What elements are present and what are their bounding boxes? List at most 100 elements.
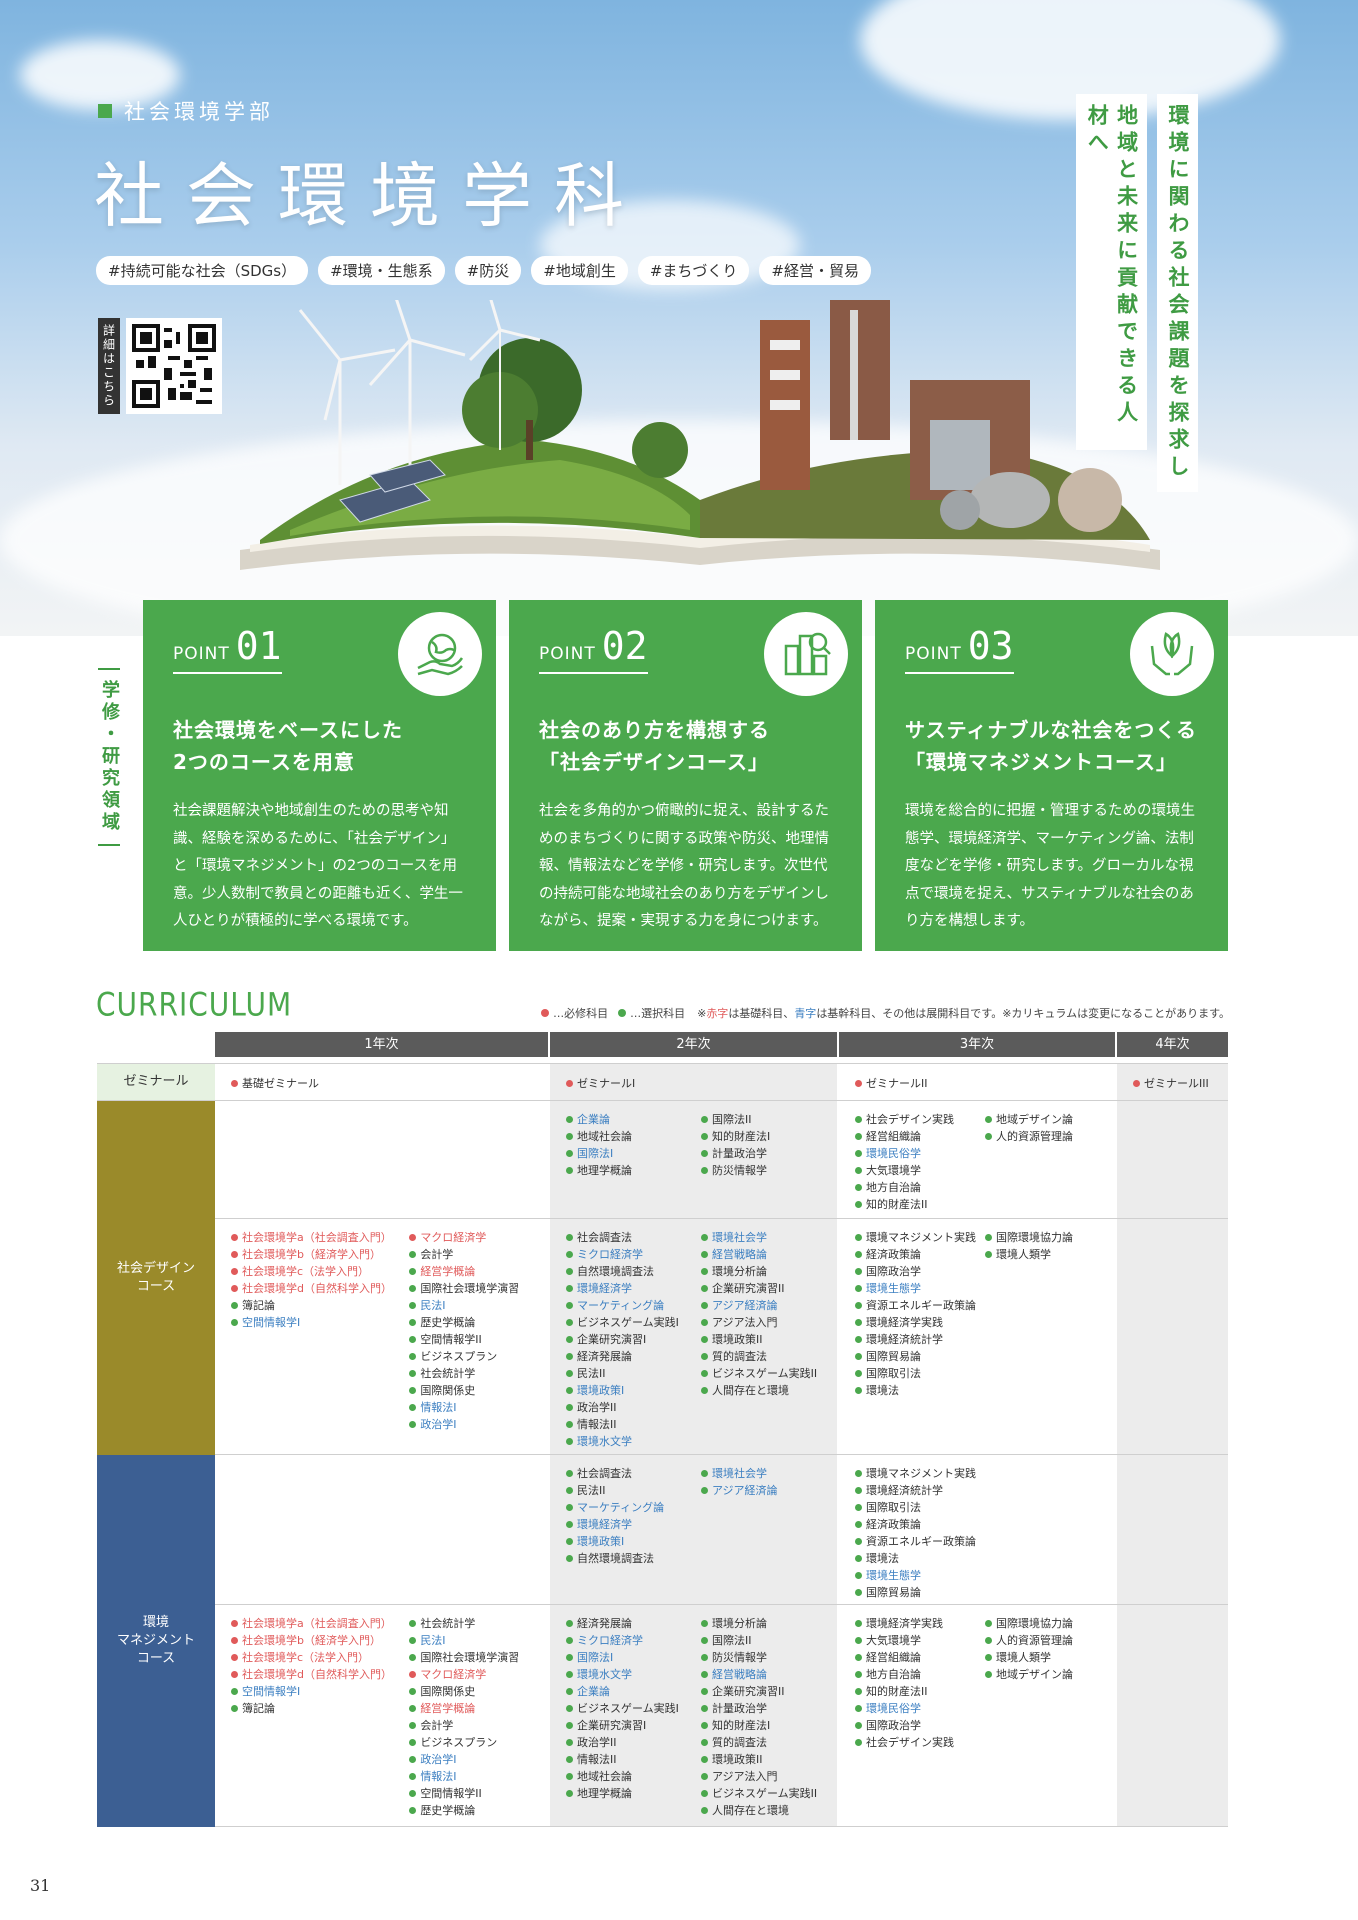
- course-name: 情報法I: [420, 1401, 457, 1414]
- elective-dot-icon: [701, 1285, 708, 1292]
- course-item: 空間情報学II: [409, 1785, 548, 1802]
- course-name: 環境水文学: [577, 1435, 632, 1448]
- course-item: 国際環境協力論: [985, 1615, 1115, 1632]
- course-item: マーケティング論: [566, 1297, 701, 1314]
- qr-block[interactable]: 詳細はこちら: [98, 318, 222, 414]
- tag[interactable]: #まちづくり: [637, 256, 750, 285]
- course-name: 社会環境学b（経済学入門）: [242, 1634, 381, 1647]
- course-item: マーケティング論: [566, 1499, 701, 1516]
- design-top-y1: [215, 1101, 550, 1218]
- course-name: ビジネスプラン: [420, 1736, 498, 1749]
- design-course-body: 企業論 地域社会論 国際法I 地理学概論 国際法II 知的財産法I 計量政治学 防災情報学 社…: [215, 1101, 1228, 1455]
- elective-dot-icon: [566, 1790, 573, 1797]
- course-column: 環境社会学 経営戦略論 環境分析論 企業研究演習II アジア経済論 アジア法入門 環境政策I…: [701, 1229, 836, 1450]
- tag[interactable]: #経営・貿易: [759, 256, 871, 285]
- course-item: 環境経済学実践: [855, 1314, 985, 1331]
- point-label: POINT: [173, 644, 230, 664]
- elective-dot-icon: [409, 1756, 417, 1763]
- course-name: ミクロ経済学: [577, 1634, 643, 1647]
- course-item: 企業研究演習II: [701, 1683, 836, 1700]
- course-item: ゼミナールI: [566, 1075, 837, 1092]
- course-item: 社会デザイン実践: [855, 1111, 985, 1128]
- required-dot-icon: [231, 1234, 238, 1241]
- course-item: 情報法II: [566, 1751, 701, 1768]
- curriculum-title: CURRICULUM: [96, 985, 293, 1024]
- elective-dot-icon: [855, 1538, 862, 1545]
- course-item: 環境水文学: [566, 1666, 701, 1683]
- elective-dot-icon: [566, 1722, 573, 1729]
- course-item: 地域社会論: [566, 1768, 701, 1785]
- course-name: 経済発展論: [577, 1617, 632, 1630]
- required-dot-icon: [409, 1234, 417, 1241]
- course-item: 知的財産法II: [855, 1683, 985, 1700]
- elective-dot-icon: [855, 1133, 862, 1140]
- course-item: 経済政策論: [855, 1246, 985, 1263]
- elective-dot-icon: [618, 1009, 627, 1017]
- elective-dot-icon: [855, 1620, 862, 1627]
- course-column: 国際法II 知的財産法I 計量政治学 防災情報学: [701, 1111, 836, 1179]
- elective-dot-icon: [566, 1116, 573, 1123]
- elective-dot-icon: [566, 1671, 573, 1678]
- course-column: 環境マネジメント実践 経済政策論 国際政治学 環境生態学 資源エネルギー政策論 環境経済学…: [855, 1229, 985, 1399]
- year-header-4: 4年次: [1117, 1032, 1228, 1057]
- course-item: 環境民俗学: [855, 1700, 985, 1717]
- course-name: ビジネスプラン: [420, 1350, 498, 1363]
- elective-dot-icon: [701, 1234, 708, 1241]
- course-name: 政治学I: [420, 1418, 457, 1431]
- points-row: POINT 01 社会環境をベースにした 2つのコースを用意 社会課題解決や地域創…: [143, 600, 1228, 951]
- course-name: 質的調査法: [712, 1350, 767, 1363]
- env-top-y1: [215, 1455, 550, 1604]
- legend-note: ※赤字は基礎科目、青字は基幹科目、その他は展開科目です。※カリキュラムは変更にな…: [697, 1007, 1230, 1020]
- env-top-y2: 社会調査法 民法II マーケティング論 環境経済学 環境政策I 自然環境調査法 環境社会学ア…: [550, 1455, 839, 1604]
- elective-dot-icon: [566, 1521, 573, 1528]
- course-name: 環境社会学: [712, 1231, 767, 1244]
- seminar-y2: ゼミナールI: [550, 1064, 839, 1100]
- elective-dot-icon: [701, 1637, 708, 1644]
- course-name: 国際貿易論: [866, 1350, 921, 1363]
- tag[interactable]: #防災: [454, 256, 522, 285]
- course-item: 大気環境学: [855, 1162, 985, 1179]
- course-column: 環境マネジメント実践 環境経済統計学 国際取引法 経済政策論 資源エネルギー政策論 環境法…: [855, 1465, 990, 1601]
- env-top-row: 社会調査法 民法II マーケティング論 環境経済学 環境政策I 自然環境調査法 環境社会学ア…: [215, 1455, 1228, 1605]
- course-name: 国際政治学: [866, 1719, 921, 1732]
- course-name: 環境生態学: [866, 1569, 921, 1582]
- course-item: 空間情報学I: [231, 1314, 409, 1331]
- course-item: 社会統計学: [409, 1365, 548, 1382]
- env-bottom-row: 社会環境学a（社会調査入門） 社会環境学b（経済学入門） 社会環境学c（法学入門） 社…: [215, 1605, 1228, 1827]
- course-item: 国際貿易論: [855, 1348, 985, 1365]
- elective-dot-icon: [701, 1756, 708, 1763]
- course-name: 地域社会論: [577, 1770, 632, 1783]
- course-name: ビジネスゲーム実践II: [712, 1787, 818, 1800]
- course-name: 政治学II: [577, 1401, 617, 1414]
- elective-dot-icon: [409, 1370, 417, 1377]
- course-item: マクロ経済学: [409, 1229, 548, 1246]
- course-item: 経営組織論: [855, 1649, 985, 1666]
- elective-dot-icon: [409, 1268, 417, 1275]
- env-top-y3: 環境マネジメント実践 環境経済統計学 国際取引法 経済政策論 資源エネルギー政策論 環境法…: [839, 1455, 1117, 1604]
- elective-dot-icon: [566, 1620, 573, 1627]
- course-item: 国際貿易論: [855, 1584, 990, 1601]
- elective-dot-icon: [566, 1167, 573, 1174]
- elective-dot-icon: [566, 1438, 573, 1445]
- course-name: 自然環境調査法: [577, 1265, 654, 1278]
- course-item: 環境分析論: [701, 1615, 836, 1632]
- tag[interactable]: #地域創生: [531, 256, 628, 285]
- course-item: 国際関係史: [409, 1683, 548, 1700]
- elective-dot-icon: [701, 1336, 708, 1343]
- elective-dot-icon: [855, 1387, 862, 1394]
- course-item: 経済政策論: [855, 1516, 990, 1533]
- tag[interactable]: #環境・生態系: [318, 256, 445, 285]
- course-item: 社会環境学a（社会調査入門）: [231, 1229, 409, 1246]
- required-dot-icon: [231, 1637, 238, 1644]
- course-columns: 社会環境学a（社会調査入門） 社会環境学b（経済学入門） 社会環境学c（法学入門） 社…: [231, 1615, 548, 1819]
- elective-dot-icon: [701, 1470, 708, 1477]
- elective-dot-icon: [409, 1688, 417, 1695]
- course-name: ゼミナールII: [866, 1077, 928, 1090]
- course-name: 国際社会環境学演習: [420, 1282, 520, 1295]
- qr-code-icon[interactable]: [126, 318, 222, 414]
- tag[interactable]: #持続可能な社会（SDGs）: [96, 256, 309, 285]
- point-num: 02: [601, 624, 648, 668]
- course-item: アジア経済論: [701, 1482, 836, 1499]
- elective-dot-icon: [701, 1387, 708, 1394]
- course-name: 国際取引法: [866, 1501, 921, 1514]
